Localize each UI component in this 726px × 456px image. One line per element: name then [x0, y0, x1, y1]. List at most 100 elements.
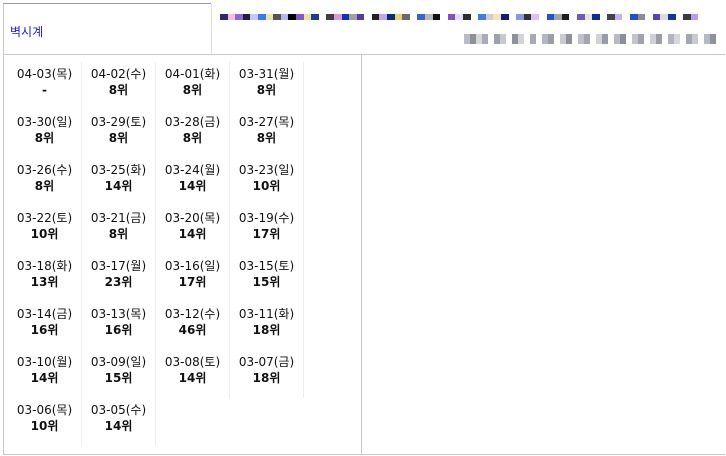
ranking-position: 8위 [108, 83, 129, 97]
ranking-cell: 03-12(수) 46위 [156, 302, 230, 350]
redaction-pixel [455, 14, 463, 20]
redaction-pixel [326, 14, 334, 20]
redaction-pixel [379, 14, 388, 20]
ranking-date: 03-10(월) [16, 355, 73, 369]
ranking-position: 10위 [30, 227, 59, 241]
ranking-position: 18위 [252, 323, 281, 337]
ranking-position: 13위 [30, 275, 59, 289]
redacted-subtitle-strip [464, 34, 716, 44]
redaction-pixel [599, 14, 608, 20]
ranking-position: 10위 [30, 419, 59, 433]
ranking-date: 03-08(토) [164, 355, 221, 369]
ranking-date: 04-03(목) [16, 67, 73, 81]
redaction-pixel [250, 14, 258, 20]
redaction-pixel [645, 14, 653, 20]
ranking-position: 8위 [256, 83, 277, 97]
redaction-pixel [318, 14, 327, 20]
ranking-cell: 03-20(목) 14위 [156, 206, 230, 254]
redaction-pixel [485, 14, 494, 20]
ranking-position: 8위 [34, 131, 55, 145]
ranking-cell: 03-05(수) 14위 [82, 398, 156, 446]
ranking-position: 10위 [252, 179, 281, 193]
redaction-pixel [607, 14, 615, 20]
daily-ranking-grid: 04-03(목) -04-02(수) 8위 04-01(화) 8위 03-31(월) 8위 0… [8, 62, 304, 446]
redaction-pixel [425, 14, 433, 20]
redaction-pixel [614, 14, 623, 20]
redaction-pixel [295, 14, 304, 20]
ranking-cell: 03-21(금) 8위 [82, 206, 156, 254]
redaction-pixel [394, 14, 403, 20]
redaction-pixel [508, 14, 517, 20]
ranking-position: 14위 [104, 419, 133, 433]
redaction-pixel [584, 14, 593, 20]
ranking-position: 17위 [178, 275, 207, 289]
redaction-pixel [561, 14, 570, 20]
redaction-pixel [273, 14, 281, 20]
ranking-position: - [42, 83, 47, 97]
redaction-pixel [432, 14, 441, 20]
ranking-position: 8위 [108, 131, 129, 145]
redaction-pixel [242, 14, 251, 20]
redaction-pixel [500, 14, 509, 20]
ranking-cell: 04-01(화) 8위 [156, 62, 230, 110]
ranking-cell: 03-09(일) 15위 [82, 350, 156, 398]
ranking-date: 03-15(토) [238, 259, 295, 273]
ranking-date: 03-13(목) [90, 307, 147, 321]
redaction-pixel [569, 14, 577, 20]
redaction-pixel [349, 14, 357, 20]
redaction-pixel [333, 14, 342, 20]
ranking-cell: 03-14(금) 16위 [8, 302, 82, 350]
ranking-date: 03-31(월) [238, 67, 295, 81]
ranking-position: 8위 [182, 131, 203, 145]
panel-divider [361, 55, 362, 455]
ranking-date: 03-22(토) [16, 211, 73, 225]
ranking-cell: 03-16(일) 17위 [156, 254, 230, 302]
ranking-date: 03-28(금) [164, 115, 221, 129]
ranking-date: 04-01(화) [164, 67, 221, 81]
redaction-pixel [470, 14, 479, 20]
redaction-pixel [220, 14, 228, 20]
ranking-cell: 03-11(화) 18위 [230, 302, 304, 350]
redaction-pixel [690, 14, 699, 20]
ranking-date: 03-21(금) [90, 211, 147, 225]
redaction-pixel [356, 14, 365, 20]
ranking-position: 14위 [104, 179, 133, 193]
ranking-cell: 03-23(일) 10위 [230, 158, 304, 206]
ranking-cell: 03-07(금) 18위 [230, 350, 304, 398]
ranking-cell: 03-27(목) 8위 [230, 110, 304, 158]
wall-clock-tab-link[interactable]: 벽시계 [10, 23, 43, 40]
redaction-pixel [538, 14, 547, 20]
ranking-cell: 03-15(토) 15위 [230, 254, 304, 302]
redaction-pixel [227, 14, 236, 20]
ranking-position: 14위 [178, 227, 207, 241]
ranking-date: 03-24(월) [164, 163, 221, 177]
redaction-pixel [576, 14, 585, 20]
ranking-cell: 03-30(일) 8위 [8, 110, 82, 158]
redaction-pixel [683, 14, 691, 20]
ranking-cell: 03-24(월) 14위 [156, 158, 230, 206]
ranking-position: 8위 [34, 179, 55, 193]
redaction-pixel [523, 14, 532, 20]
ranking-date: 03-16(일) [164, 259, 221, 273]
ranking-cell: 03-19(수) 17위 [230, 206, 304, 254]
redaction-pixel [409, 14, 418, 20]
ranking-position: 14위 [178, 371, 207, 385]
ranking-position: 14위 [30, 371, 59, 385]
redaction-pixel [463, 14, 471, 20]
ranking-date: 03-14(금) [16, 307, 73, 321]
redaction-pixel [516, 14, 524, 20]
ranking-date: 03-30(일) [16, 115, 73, 129]
ranking-date: 03-05(수) [90, 403, 147, 417]
redaction-pixel [710, 34, 716, 44]
redaction-pixel [493, 14, 501, 20]
ranking-cell: 03-10(월) 14위 [8, 350, 82, 398]
ranking-cell: 03-08(토) 14위 [156, 350, 230, 398]
redaction-pixel [622, 14, 631, 20]
header-divider [211, 4, 212, 54]
redaction-pixel [554, 14, 562, 20]
redaction-pixel [341, 14, 350, 20]
ranking-cell: 03-25(화) 14위 [82, 158, 156, 206]
ranking-date: 03-11(화) [238, 307, 295, 321]
redaction-pixel [660, 14, 669, 20]
redaction-pixel [280, 14, 289, 20]
